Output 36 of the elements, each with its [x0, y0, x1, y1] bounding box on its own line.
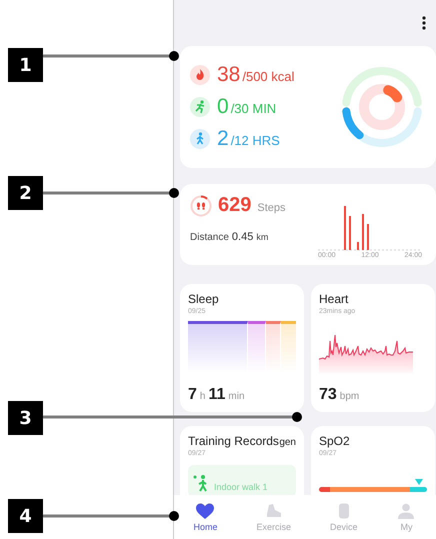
callout-number: 4 — [8, 499, 43, 533]
callout-number: 3 — [8, 401, 43, 435]
heart-rate-value: 73 — [319, 386, 337, 404]
distance-value: 0.45 — [232, 231, 254, 243]
flame-icon — [190, 65, 210, 85]
activity-card[interactable]: 38/500 kcal 0/30 MIN 2/12 HRS — [180, 46, 436, 168]
calories-value: 38 — [217, 63, 240, 87]
callout-number: 1 — [8, 48, 43, 82]
heart-title: Heart — [319, 292, 350, 306]
hidden-title-text: gen — [279, 437, 296, 448]
standing-goal: /12 HRS — [230, 133, 280, 148]
walking-person-icon — [190, 129, 210, 149]
spo2-title: SpO2 — [319, 434, 351, 448]
person-icon — [396, 502, 416, 520]
training-title: Training Records — [188, 434, 279, 448]
sleep-title: Sleep — [188, 292, 220, 306]
steps-count: 629 — [218, 194, 252, 217]
steps-unit: Steps — [257, 202, 286, 214]
callout-number: 2 — [8, 176, 43, 210]
footprints-icon — [190, 194, 212, 216]
standing-value: 2 — [217, 127, 229, 151]
exercise-value: 0 — [217, 95, 229, 119]
heart-rate-unit: bpm — [340, 391, 360, 402]
calories-goal: /500 kcal — [242, 69, 294, 84]
running-person-icon — [190, 97, 210, 117]
more-menu-icon[interactable] — [422, 16, 426, 30]
distance-label: Distance — [190, 232, 229, 243]
sleep-hours: 7 — [188, 386, 197, 404]
marker-triangle-icon — [415, 479, 423, 485]
heart-icon — [195, 502, 216, 520]
distance-unit: km — [256, 232, 268, 242]
hours-unit: h — [200, 391, 206, 402]
nav-tab[interactable]: Home — [189, 500, 222, 534]
minutes-unit: min — [228, 391, 245, 402]
exercise-goal: /30 MIN — [230, 101, 276, 116]
sleep-minutes: 11 — [208, 386, 226, 404]
